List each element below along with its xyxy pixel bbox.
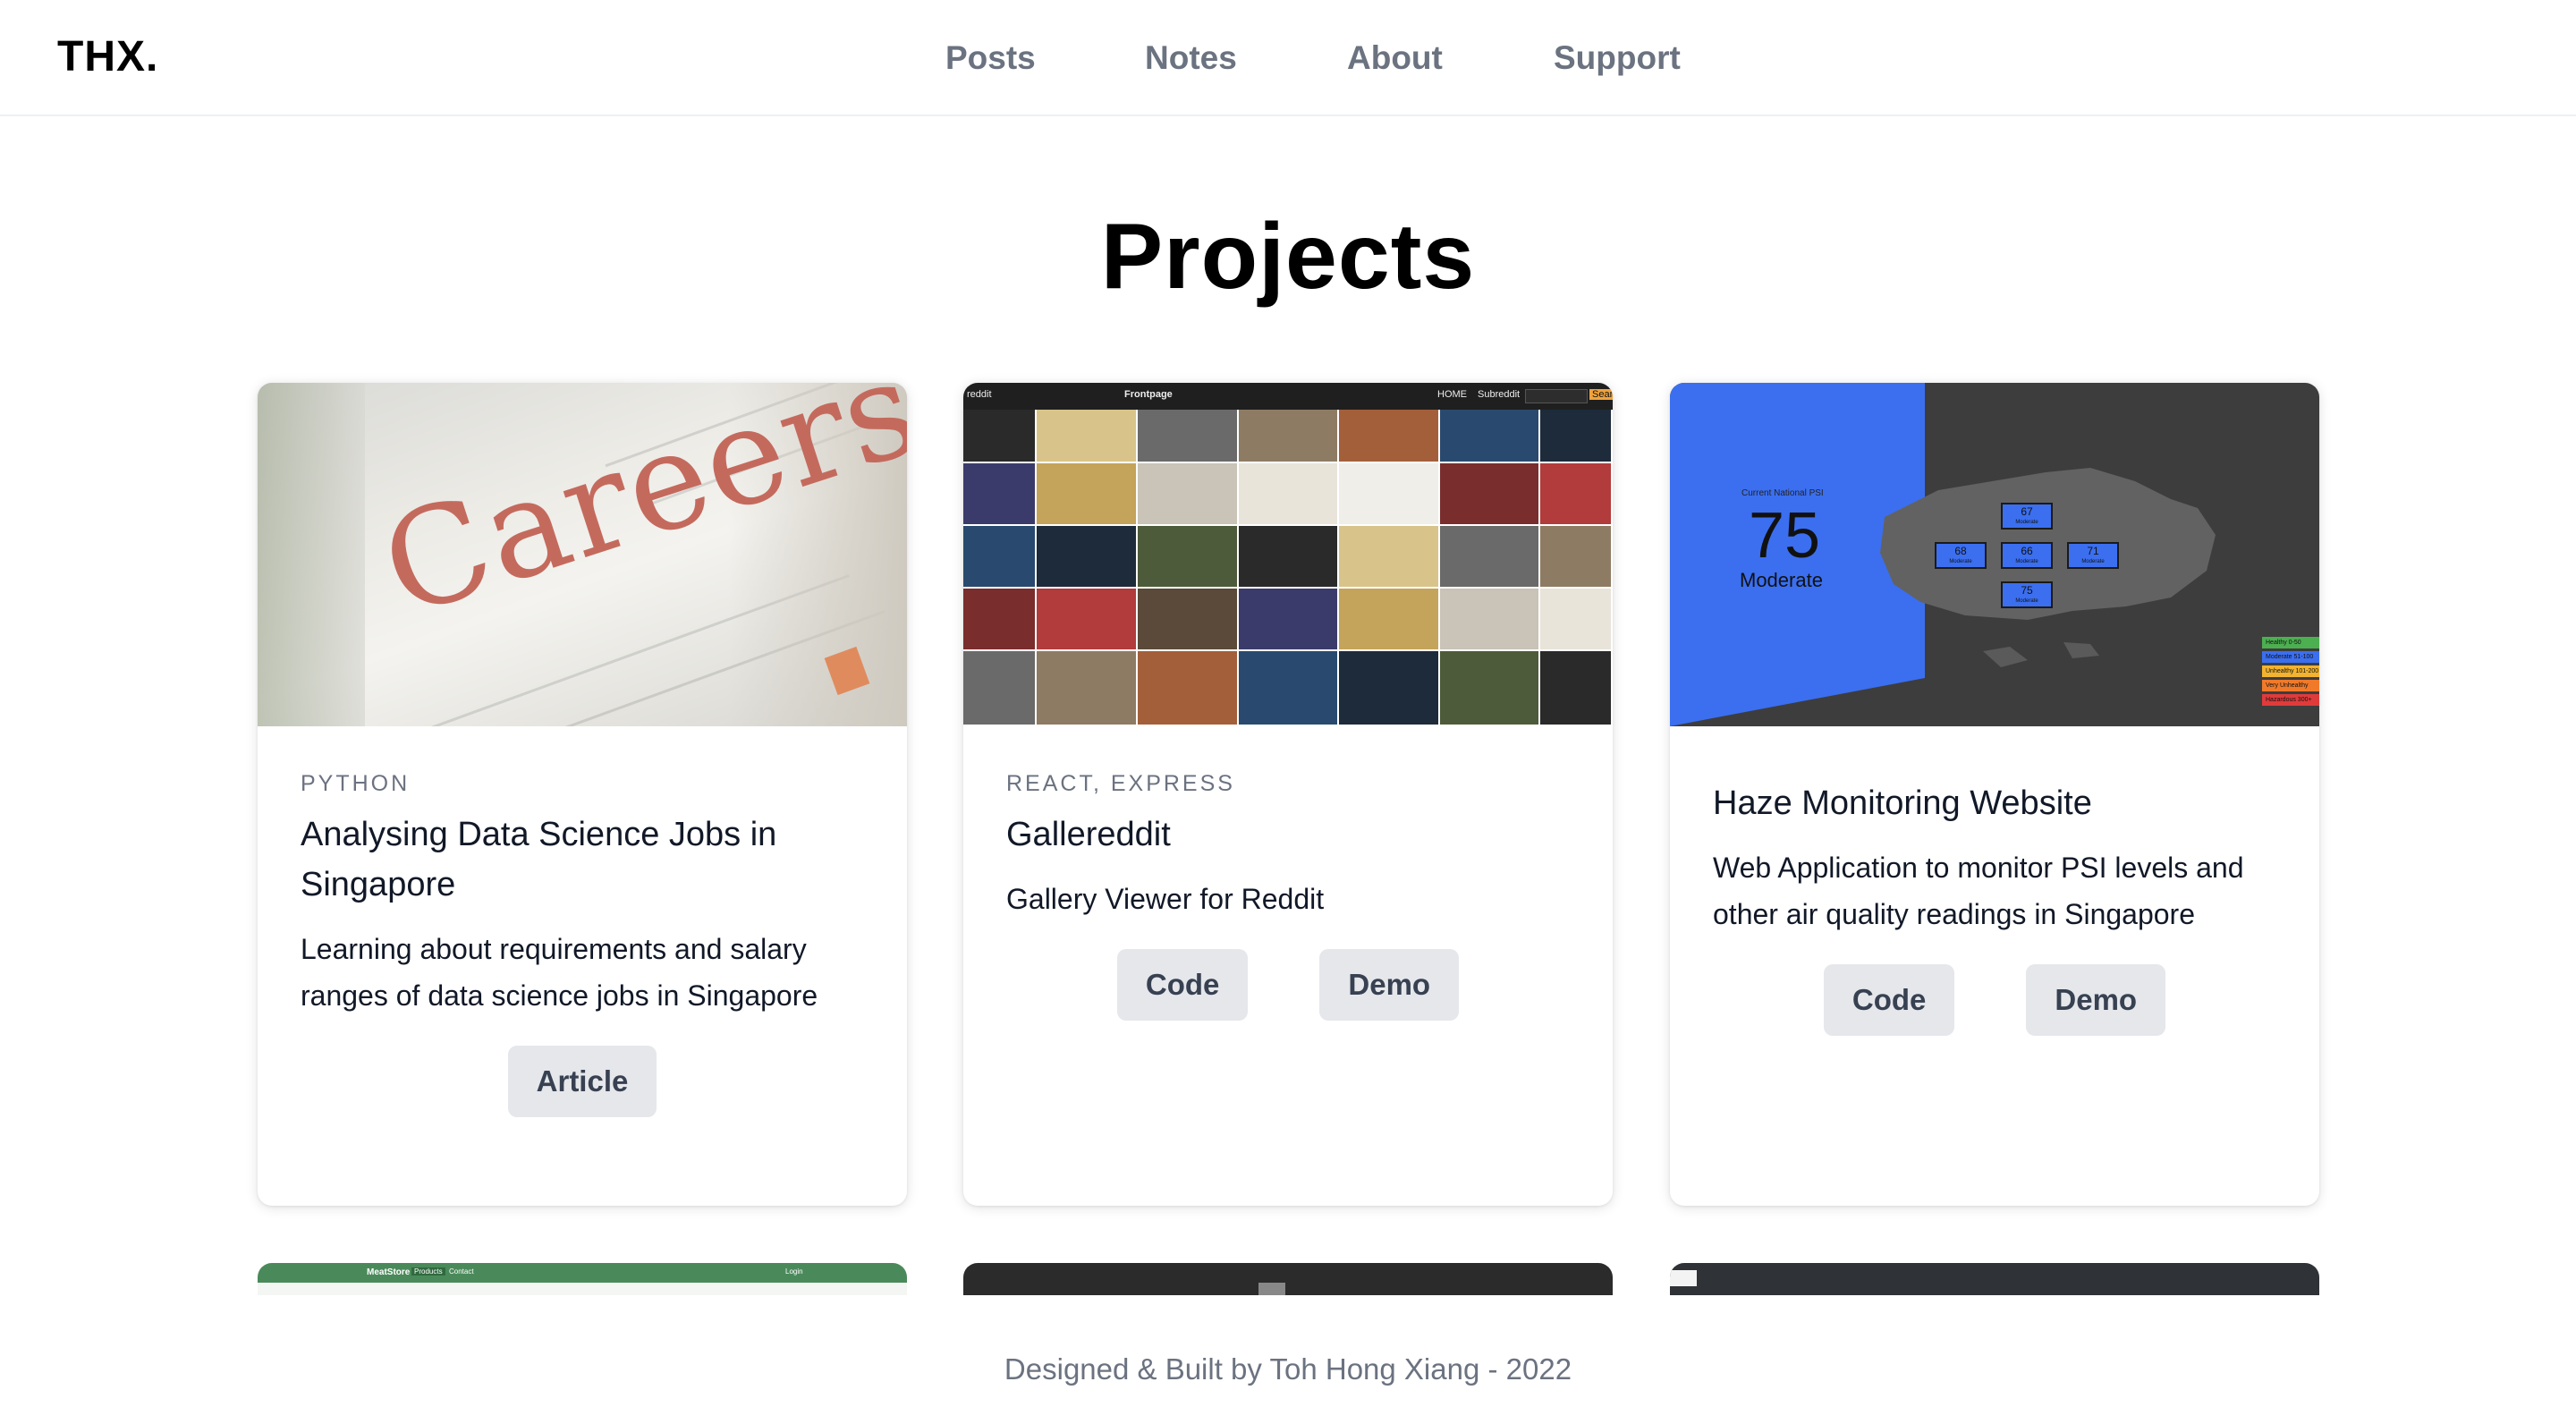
legend-moderate: Moderate 51-100: [2262, 651, 2319, 663]
code-button[interactable]: Code: [1116, 949, 1249, 1021]
gallery-thumbnail: [963, 589, 1035, 649]
card-description: Web Application to monitor PSI levels an…: [1713, 852, 2244, 930]
gallery-thumbnail: [1540, 410, 1611, 462]
site-footer: Designed & Built by Toh Hong Xiang - 202…: [1004, 1352, 1572, 1386]
gallery-thumbnail: [1138, 651, 1237, 725]
card-title[interactable]: Analysing Data Science Jobs in Singapore: [301, 809, 864, 910]
main-nav: Posts Notes About Support: [0, 39, 2576, 84]
project-card-haze-monitoring: Current National PSI 75 Moderate 67 Moder…: [1670, 383, 2319, 1206]
region-north: 67 Moderate: [2001, 503, 2053, 530]
project-card-preview-3[interactable]: [1670, 1263, 2319, 1295]
gallery-thumbnail: [963, 410, 1035, 462]
gallery-thumbnail: [1540, 651, 1611, 725]
gallery-thumbnail: [1440, 589, 1538, 649]
project-card-data-science-jobs: Careers PYTHON Analysing Data Science Jo…: [258, 383, 907, 1206]
gallereddit-screenshot: reddit Frontpage HOME Subreddit Search: [963, 383, 1613, 726]
gallery-thumbnail: [1037, 526, 1136, 587]
psi-caption: Current National PSI: [1741, 488, 1824, 498]
project-card-preview-2[interactable]: [963, 1263, 1613, 1295]
gallery-thumbnail: [1540, 526, 1611, 587]
nav-posts[interactable]: Posts: [945, 39, 1036, 77]
gallery-thumbnail: [1339, 589, 1438, 649]
gallery-thumbnail: [963, 526, 1035, 587]
card-title[interactable]: Gallereddit: [1006, 809, 1570, 860]
gallery-thumbnail: [1138, 526, 1237, 587]
gallery-thumbnail: [1239, 651, 1337, 725]
legend-healthy: Healthy 0-50: [2262, 637, 2319, 648]
region-central: 66 Moderate: [2001, 542, 2053, 569]
nav-support[interactable]: Support: [1554, 39, 1681, 77]
card-title[interactable]: Haze Monitoring Website: [1713, 778, 2276, 828]
site-header: THX. Posts Notes About Support: [0, 0, 2576, 116]
gallery-thumbnail: [1138, 410, 1237, 462]
article-button[interactable]: Article: [507, 1046, 657, 1117]
nav-about[interactable]: About: [1347, 39, 1443, 77]
project-card-gallereddit: reddit Frontpage HOME Subreddit Search R…: [963, 383, 1613, 1206]
page-title: Projects: [1100, 205, 1476, 309]
gallery-thumbnail: [1138, 463, 1237, 524]
card-description: Learning about requirements and salary r…: [301, 933, 818, 1012]
gallereddit-topbar: reddit Frontpage HOME Subreddit Search: [963, 383, 1613, 410]
gallery-thumbnail: [1339, 410, 1438, 462]
gallery-thumbnail: [1239, 589, 1337, 649]
gallery-thumbnail: [1239, 526, 1337, 587]
gallery-thumbnail: [1540, 463, 1611, 524]
gallery-thumbnail: [1239, 410, 1337, 462]
gallery-thumbnail: [1239, 463, 1337, 524]
legend-unhealthy: Unhealthy 101-200: [2262, 665, 2319, 677]
gallery-thumbnail: [1540, 589, 1611, 649]
gallery-thumbnail: [1037, 651, 1136, 725]
demo-button[interactable]: Demo: [1319, 949, 1460, 1021]
legend-hazardous: Hazardous 300+: [2262, 694, 2319, 706]
region-east: 71 Moderate: [2067, 542, 2119, 569]
psi-value: 75: [1749, 500, 1821, 572]
region-south: 75 Moderate: [2001, 581, 2053, 608]
psi-label: Moderate: [1740, 569, 1823, 591]
gallery-thumbnail: [1440, 410, 1538, 462]
gallery-thumbnail: [1339, 526, 1438, 587]
gallery-thumbnail: [1138, 589, 1237, 649]
gallery-thumbnail: [1037, 463, 1136, 524]
nav-notes[interactable]: Notes: [1145, 39, 1237, 77]
demo-button[interactable]: Demo: [2026, 964, 2166, 1036]
gallery-thumbnail: [963, 463, 1035, 524]
card-tags: PYTHON: [301, 771, 411, 796]
gallery-thumbnail: [1339, 651, 1438, 725]
code-button[interactable]: Code: [1823, 964, 1955, 1036]
gallery-thumbnail: [1037, 410, 1136, 462]
gallery-collage: [963, 410, 1613, 726]
gallery-thumbnail: [1339, 463, 1438, 524]
legend-very-unhealthy: Very Unhealthy 201-300: [2262, 680, 2319, 700]
gallery-thumbnail: [1037, 589, 1136, 649]
region-west: 68 Moderate: [1935, 542, 1987, 569]
card-tags: REACT, EXPRESS: [1006, 771, 1235, 796]
gallery-thumbnail: [1440, 463, 1538, 524]
card-description: Gallery Viewer for Reddit: [1006, 883, 1325, 915]
careers-newspaper-image: Careers: [258, 383, 907, 726]
gallery-thumbnail: [963, 651, 1035, 725]
project-card-meatstore-preview[interactable]: MeatStore Products Contact Login: [258, 1263, 907, 1295]
gallery-thumbnail: [1440, 651, 1538, 725]
haze-dashboard-screenshot: Current National PSI 75 Moderate 67 Moder…: [1670, 383, 2319, 726]
gallery-thumbnail: [1440, 526, 1538, 587]
